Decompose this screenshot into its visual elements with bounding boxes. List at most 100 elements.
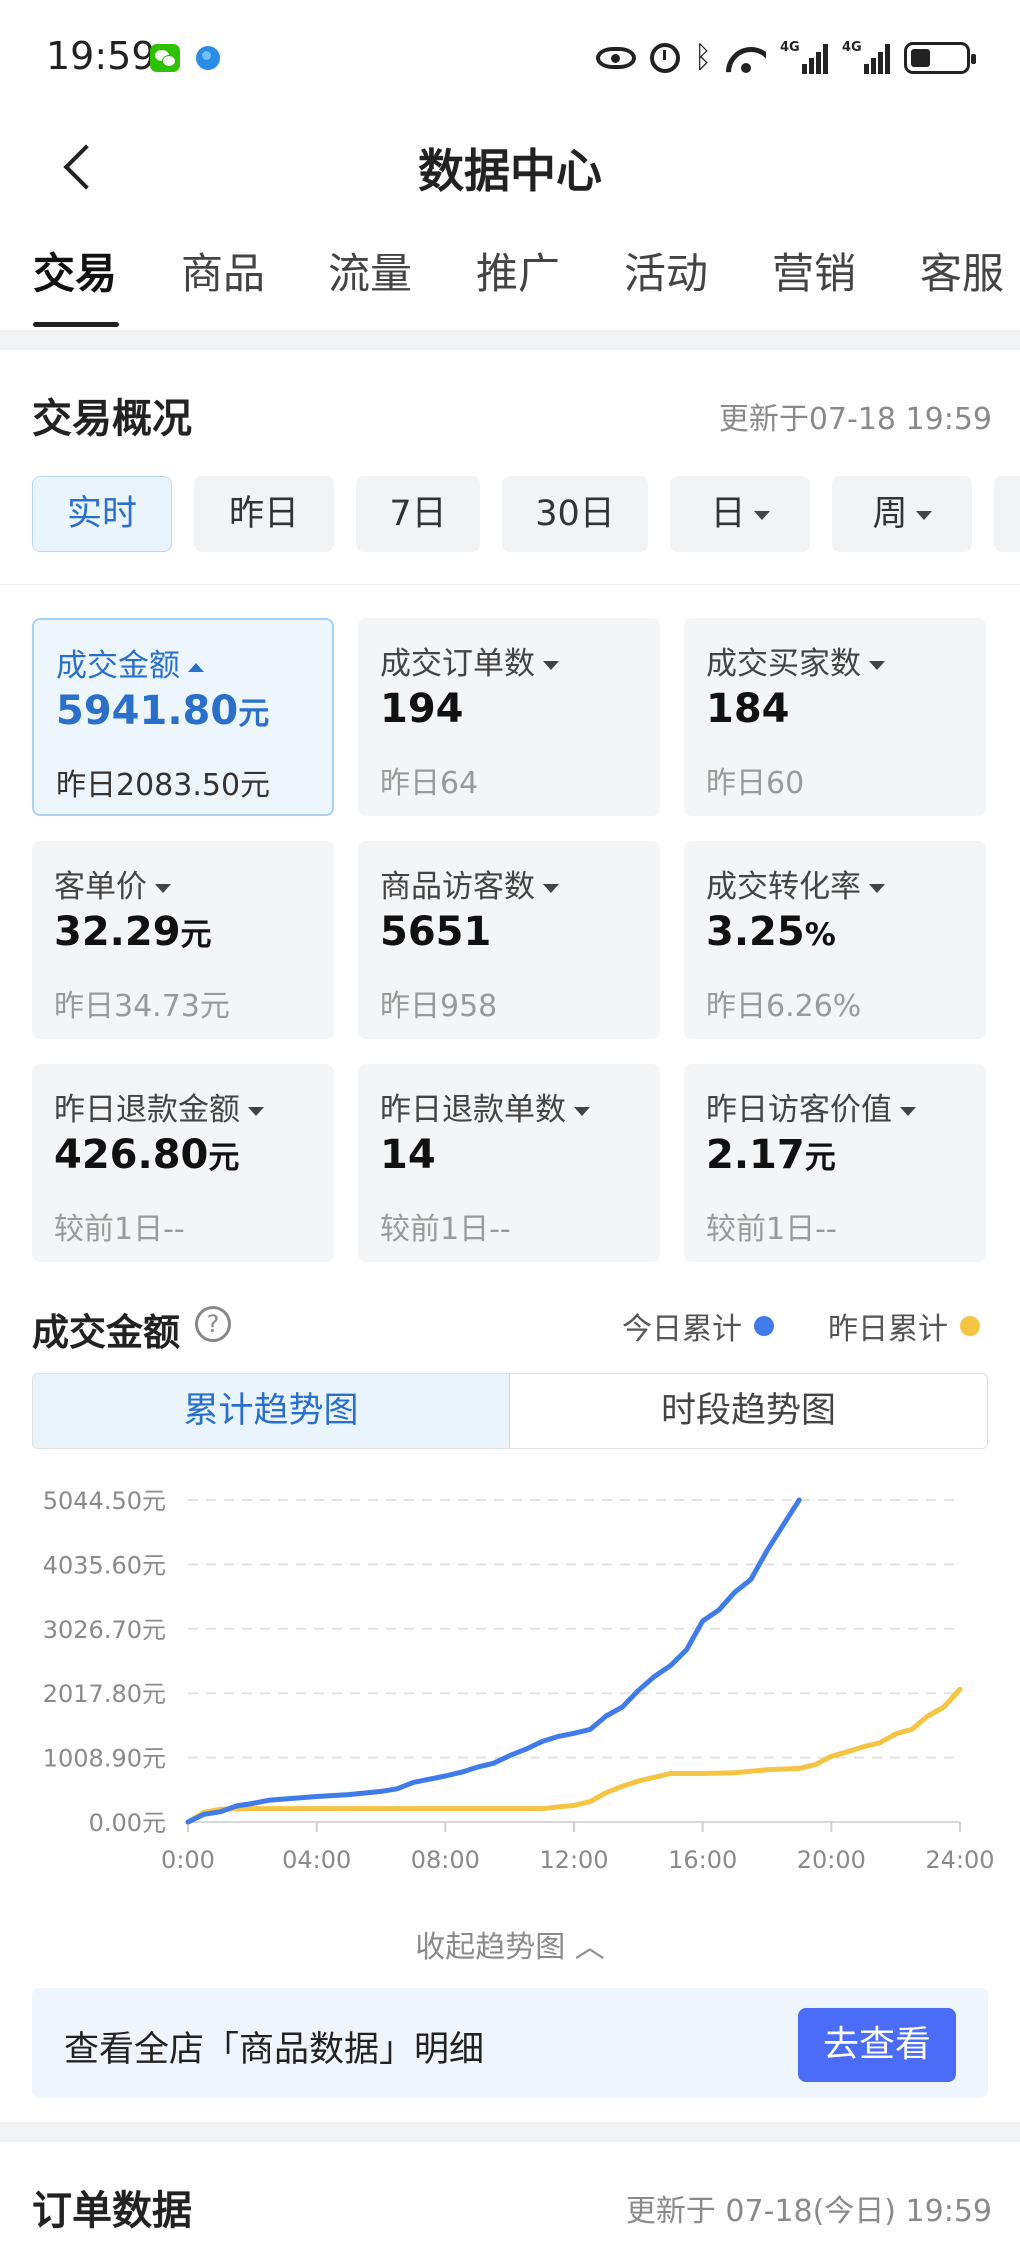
metric-label: 商品访客数 <box>380 861 559 906</box>
metric-card-visitors[interactable]: 商品访客数 5651 昨日958 <box>358 841 660 1039</box>
period-week-label: 周 <box>872 494 908 534</box>
metric-compare: 昨日958 <box>380 989 498 1024</box>
period-7d[interactable]: 7日 <box>356 476 480 552</box>
period-more[interactable] <box>994 476 1020 552</box>
gmv-trend-chart: 0.00元 1008.90元 2017.80元 3026.70元 4035.60元 504… <box>43 1487 995 1874</box>
metric-compare: 昨日64 <box>380 766 479 801</box>
caret-down-icon <box>915 510 932 520</box>
tab-service[interactable]: 客服 <box>920 240 1004 330</box>
metric-label: 成交金额 <box>56 640 204 685</box>
signal-label: 4G <box>780 40 800 55</box>
metric-value: 3.25% <box>706 909 836 955</box>
legend-label: 今日累计 <box>622 1312 742 1347</box>
metric-label: 成交买家数 <box>706 638 885 683</box>
y-tick-label: 1008.90元 <box>43 1745 166 1773</box>
chart-type-toggle: 累计趋势图 时段趋势图 <box>32 1373 988 1449</box>
legend-label: 昨日累计 <box>828 1312 948 1347</box>
metric-value: 14 <box>380 1132 436 1178</box>
metric-value: 5651 <box>380 909 492 955</box>
period-30d[interactable]: 30日 <box>502 476 648 552</box>
alarm-icon <box>650 43 680 73</box>
active-tab-indicator <box>33 322 119 327</box>
status-icons: ᛒ 4G 4G <box>596 40 976 76</box>
tab-promotion[interactable]: 推广 <box>476 240 560 330</box>
x-tick-label: 04:00 <box>282 1846 351 1874</box>
metric-card-refund-count[interactable]: 昨日退款单数 14 较前1日-- <box>358 1064 660 1262</box>
goods-data-banner: 查看全店「商品数据」明细 去查看 <box>32 1988 988 2098</box>
metric-value: 2.17元 <box>706 1132 836 1178</box>
metric-card-buyers[interactable]: 成交买家数 184 昨日60 <box>684 618 986 816</box>
collapse-label: 收起趋势图 <box>415 1930 566 1965</box>
metric-card-conversion[interactable]: 成交转化率 3.25% 昨日6.26% <box>684 841 986 1039</box>
x-tick-label: 08:00 <box>411 1846 480 1874</box>
period-day-dropdown[interactable]: 日 <box>670 476 810 552</box>
period-week-dropdown[interactable]: 周 <box>832 476 972 552</box>
signal-label: 4G <box>842 40 862 55</box>
toggle-cumulative[interactable]: 累计趋势图 <box>33 1374 510 1448</box>
metric-label: 客单价 <box>54 861 171 906</box>
x-tick-label: 16:00 <box>668 1846 737 1874</box>
tab-marketing[interactable]: 营销 <box>772 240 856 330</box>
page-title: 数据中心 <box>418 144 602 198</box>
tab-bar: 交易 商品 流量 推广 活动 营销 客服 <box>0 240 1020 330</box>
metric-card-orders[interactable]: 成交订单数 194 昨日64 <box>358 618 660 816</box>
wifi-icon <box>726 43 766 73</box>
metric-value: 184 <box>706 686 790 732</box>
y-tick-label: 5044.50元 <box>43 1487 166 1515</box>
legend-dot <box>960 1316 980 1336</box>
tab-trade[interactable]: 交易 <box>33 240 117 330</box>
metric-compare: 较前1日-- <box>706 1212 837 1247</box>
legend-dot <box>754 1316 774 1336</box>
x-tick-label: 24:00 <box>925 1846 994 1874</box>
caret-down-icon <box>248 1107 264 1116</box>
metric-card-visitor-value[interactable]: 昨日访客价值 2.17元 较前1日-- <box>684 1064 986 1262</box>
toggle-hourly[interactable]: 时段趋势图 <box>510 1374 987 1448</box>
metric-card-refund-amount[interactable]: 昨日退款金额 426.80元 较前1日-- <box>32 1064 334 1262</box>
collapse-chart-link[interactable]: 收起趋势图 ︿ <box>0 1922 1020 1966</box>
caret-down-icon <box>574 1107 590 1116</box>
wechat-icon <box>150 44 180 72</box>
metric-label: 成交订单数 <box>380 638 559 683</box>
tab-traffic[interactable]: 流量 <box>328 240 412 330</box>
legend-yesterday: 昨日累计 <box>828 1304 980 1348</box>
browser-icon <box>196 46 220 70</box>
caret-up-icon <box>188 663 204 672</box>
legend-today: 今日累计 <box>622 1304 774 1348</box>
metric-compare: 昨日6.26% <box>706 989 862 1024</box>
signal-icon: 4G <box>842 40 890 74</box>
signal-icon: 4G <box>780 40 828 74</box>
metric-value: 5941.80元 <box>56 688 270 734</box>
x-tick-label: 0:00 <box>161 1846 215 1874</box>
battery-fill <box>911 49 930 67</box>
x-tick-label: 12:00 <box>539 1846 608 1874</box>
metric-card-avg-order[interactable]: 客单价 32.29元 昨日34.73元 <box>32 841 334 1039</box>
metric-compare: 较前1日-- <box>380 1212 511 1247</box>
metric-compare: 昨日60 <box>706 766 805 801</box>
section-gap <box>0 2122 1020 2142</box>
metric-card-gmv[interactable]: 成交金额 5941.80元 昨日2083.50元 <box>32 618 334 816</box>
chart-title: 成交金额 <box>32 1311 180 1354</box>
y-tick-label: 4035.60元 <box>43 1551 166 1579</box>
metric-label: 昨日退款单数 <box>380 1084 590 1129</box>
status-bar: 19:59 ᛒ 4G 4G <box>0 0 1020 115</box>
divider <box>0 584 1020 585</box>
caret-down-icon <box>543 884 559 893</box>
tab-goods[interactable]: 商品 <box>181 240 265 330</box>
tab-activity[interactable]: 活动 <box>624 240 708 330</box>
header: 数据中心 <box>0 115 1020 225</box>
series-line <box>185 1686 963 1825</box>
period-realtime[interactable]: 实时 <box>32 476 172 552</box>
y-tick-label: 2017.80元 <box>43 1680 166 1708</box>
banner-text: 查看全店「商品数据」明细 <box>64 2030 485 2070</box>
x-tick-label: 20:00 <box>797 1846 866 1874</box>
caret-down-icon <box>155 884 171 893</box>
orders-updated: 更新于 07-18(今日) 19:59 <box>625 2194 992 2229</box>
overview-title: 交易概况 <box>32 396 192 442</box>
metric-compare: 较前1日-- <box>54 1212 185 1247</box>
section-gap <box>0 330 1020 350</box>
period-day-label: 日 <box>710 494 746 534</box>
metric-value: 194 <box>380 686 464 732</box>
view-button[interactable]: 去查看 <box>798 2008 956 2082</box>
period-yesterday[interactable]: 昨日 <box>194 476 334 552</box>
help-icon[interactable]: ? <box>195 1306 231 1342</box>
